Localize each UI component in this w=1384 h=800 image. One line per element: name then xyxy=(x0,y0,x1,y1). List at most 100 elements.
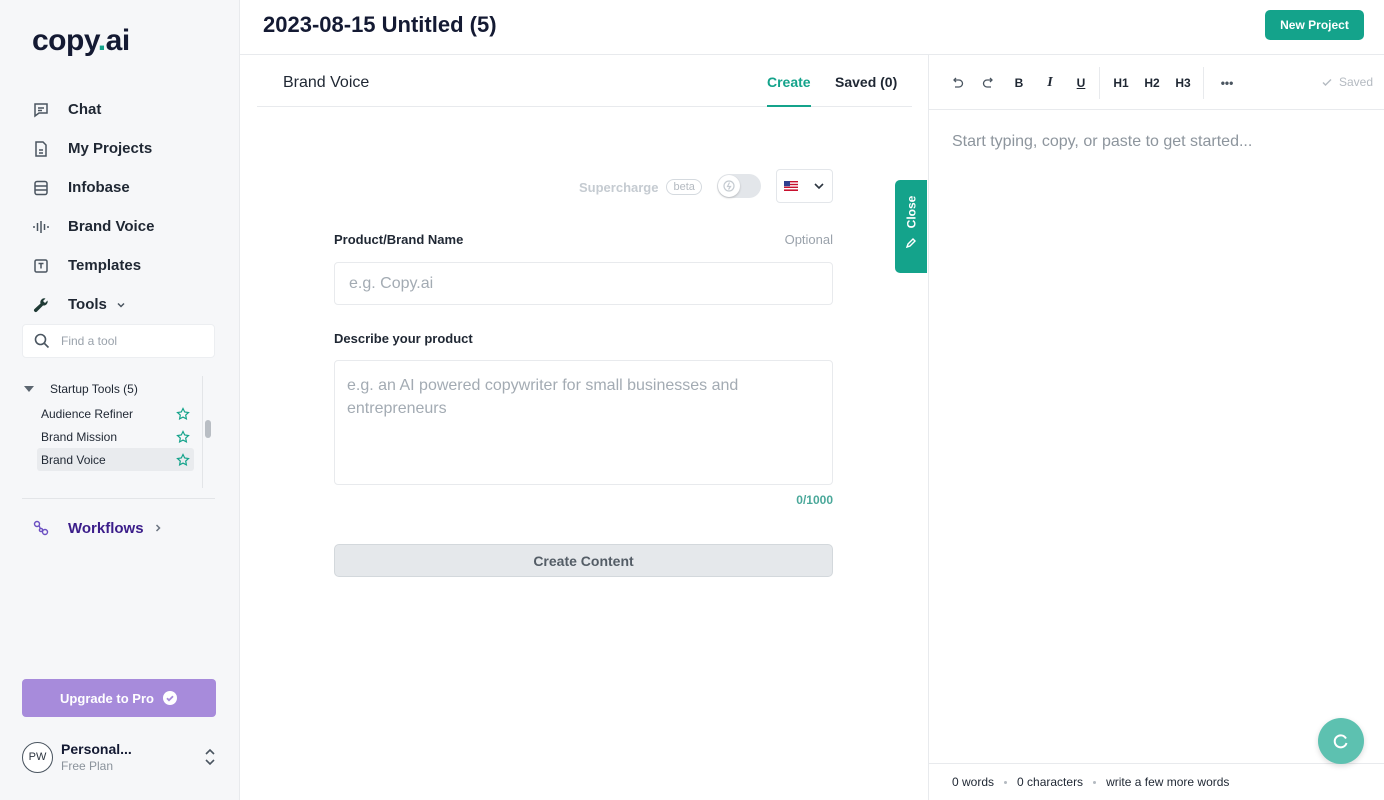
create-content-button[interactable]: Create Content xyxy=(334,544,833,577)
sidebar-item-label: Brand Voice xyxy=(68,218,155,235)
document-icon xyxy=(35,140,47,157)
template-icon xyxy=(34,258,48,273)
footer-separator xyxy=(1093,780,1097,784)
wrench-icon xyxy=(33,297,48,312)
tool-group-startup-tools[interactable]: Startup Tools (5) xyxy=(22,376,215,402)
toolbar-separator xyxy=(1099,67,1100,99)
undo-button[interactable] xyxy=(947,73,967,93)
search-icon xyxy=(34,333,50,349)
tool-item-label: Brand Voice xyxy=(41,452,106,467)
underline-button[interactable]: U xyxy=(1073,73,1089,93)
tool-item-label: Audience Refiner xyxy=(41,406,134,421)
logo-dot: . xyxy=(97,24,106,57)
database-icon xyxy=(34,180,48,195)
sidebar-item-label: Tools xyxy=(68,296,107,313)
soundwave-icon xyxy=(33,220,49,233)
sidebar-item-my-projects[interactable]: My Projects xyxy=(0,129,239,168)
sidebar-item-tools[interactable]: Tools xyxy=(0,285,239,324)
us-flag-icon xyxy=(783,181,798,191)
editor-pane: B I U H1 H2 H3 ••• Saved 0 words 0 chara… xyxy=(928,55,1384,800)
copyai-logo[interactable]: copy.ai xyxy=(32,24,130,58)
sidebar-item-label: My Projects xyxy=(68,140,153,157)
tool-panel: Brand Voice Create Saved (0) Supercharge… xyxy=(240,55,928,800)
character-counter: 0/1000 xyxy=(796,493,833,507)
editor-footer: 0 words 0 characters write a few more wo… xyxy=(929,763,1384,800)
character-count: 0 characters xyxy=(1017,775,1084,789)
tool-item-audience-refiner[interactable]: Audience Refiner xyxy=(37,402,194,425)
optional-hint: Optional xyxy=(784,232,833,247)
heading-1-button[interactable]: H1 xyxy=(1111,73,1131,93)
sidebar-item-label: Chat xyxy=(68,101,102,118)
heading-3-button[interactable]: H3 xyxy=(1173,73,1193,93)
product-description-input[interactable] xyxy=(334,360,833,485)
assistant-fab[interactable] xyxy=(1318,718,1364,764)
close-label: Close xyxy=(904,195,918,228)
tab-create[interactable]: Create xyxy=(767,74,811,107)
refresh-icon xyxy=(1333,734,1348,749)
tool-item-brand-voice[interactable]: Brand Voice xyxy=(37,448,194,471)
workflows-label: Workflows xyxy=(68,519,144,537)
sidebar-nav: Chat My Projects Infobase Brand Voice Te… xyxy=(0,90,239,324)
close-panel-tab[interactable]: Close xyxy=(895,180,927,273)
upgrade-to-pro-button[interactable]: Upgrade to Pro xyxy=(22,679,216,717)
logo-text-suffix: ai xyxy=(105,24,131,57)
new-project-button[interactable]: New Project xyxy=(1265,10,1364,40)
editor-toolbar: B I U H1 H2 H3 ••• Saved xyxy=(929,55,1384,110)
undo-icon xyxy=(952,77,963,88)
check-icon xyxy=(1322,79,1332,86)
account-switcher[interactable]: PW Personal... Free Plan xyxy=(22,740,218,774)
bold-button[interactable]: B xyxy=(1011,73,1027,93)
caret-down-icon xyxy=(24,386,34,392)
tool-search-box[interactable] xyxy=(22,324,215,358)
sidebar-divider xyxy=(22,498,215,499)
italic-button[interactable]: I xyxy=(1042,73,1058,93)
brand-name-label: Product/Brand Name xyxy=(334,232,464,247)
chevron-down-icon xyxy=(813,183,824,190)
sidebar-item-label: Templates xyxy=(68,257,142,274)
sidebar-item-infobase[interactable]: Infobase xyxy=(0,168,239,207)
tool-search-input[interactable] xyxy=(61,334,201,348)
heading-2-button[interactable]: H2 xyxy=(1142,73,1162,93)
chevron-right-icon xyxy=(155,524,161,532)
more-options-button[interactable]: ••• xyxy=(1215,73,1239,93)
star-icon[interactable] xyxy=(176,429,190,444)
tool-list-scrollbar[interactable] xyxy=(205,420,211,438)
tab-saved[interactable]: Saved (0) xyxy=(835,74,897,90)
tool-list: Startup Tools (5) Audience Refiner Brand… xyxy=(22,376,215,488)
supercharge-label: Supercharge beta xyxy=(579,179,702,195)
lightning-icon xyxy=(723,180,735,192)
account-plan: Free Plan xyxy=(61,759,114,773)
panel-title: Brand Voice xyxy=(283,74,370,91)
chevron-down-icon xyxy=(117,302,125,308)
editor-textarea[interactable] xyxy=(952,133,1362,753)
redo-button[interactable] xyxy=(978,73,998,93)
sidebar-item-chat[interactable]: Chat xyxy=(0,90,239,129)
verified-badge-icon xyxy=(162,691,177,705)
product-description-label: Describe your product xyxy=(334,331,473,346)
redo-icon xyxy=(982,77,993,88)
save-status-text: Saved xyxy=(1338,75,1373,89)
language-select[interactable] xyxy=(776,169,833,203)
logo-text: copy xyxy=(32,24,98,57)
star-icon[interactable] xyxy=(176,452,190,467)
tool-item-brand-mission[interactable]: Brand Mission xyxy=(37,425,194,448)
account-name: Personal... xyxy=(61,741,132,757)
sidebar-item-templates[interactable]: Templates xyxy=(0,246,239,285)
star-icon[interactable] xyxy=(176,406,190,421)
chevron-updown-icon xyxy=(205,748,215,766)
writing-hint: write a few more words xyxy=(1106,775,1230,789)
tool-item-label: Brand Mission xyxy=(41,429,118,444)
brand-name-input[interactable] xyxy=(334,262,833,305)
supercharge-toggle[interactable] xyxy=(717,174,761,198)
sidebar: copy.ai Chat My Projects Infobase Brand … xyxy=(0,0,240,800)
tool-list-scrollbar-track xyxy=(202,376,203,488)
supercharge-text: Supercharge xyxy=(579,179,659,195)
sidebar-item-brand-voice[interactable]: Brand Voice xyxy=(0,207,239,246)
chat-icon xyxy=(34,102,48,117)
toolbar-separator xyxy=(1203,67,1204,99)
account-info: Personal... Free Plan xyxy=(61,741,132,773)
sidebar-item-workflows[interactable]: Workflows xyxy=(32,519,164,537)
top-header: 2023-08-15 Untitled (5) New Project xyxy=(240,0,1384,55)
footer-separator xyxy=(1004,780,1008,784)
page-title[interactable]: 2023-08-15 Untitled (5) xyxy=(263,12,497,38)
